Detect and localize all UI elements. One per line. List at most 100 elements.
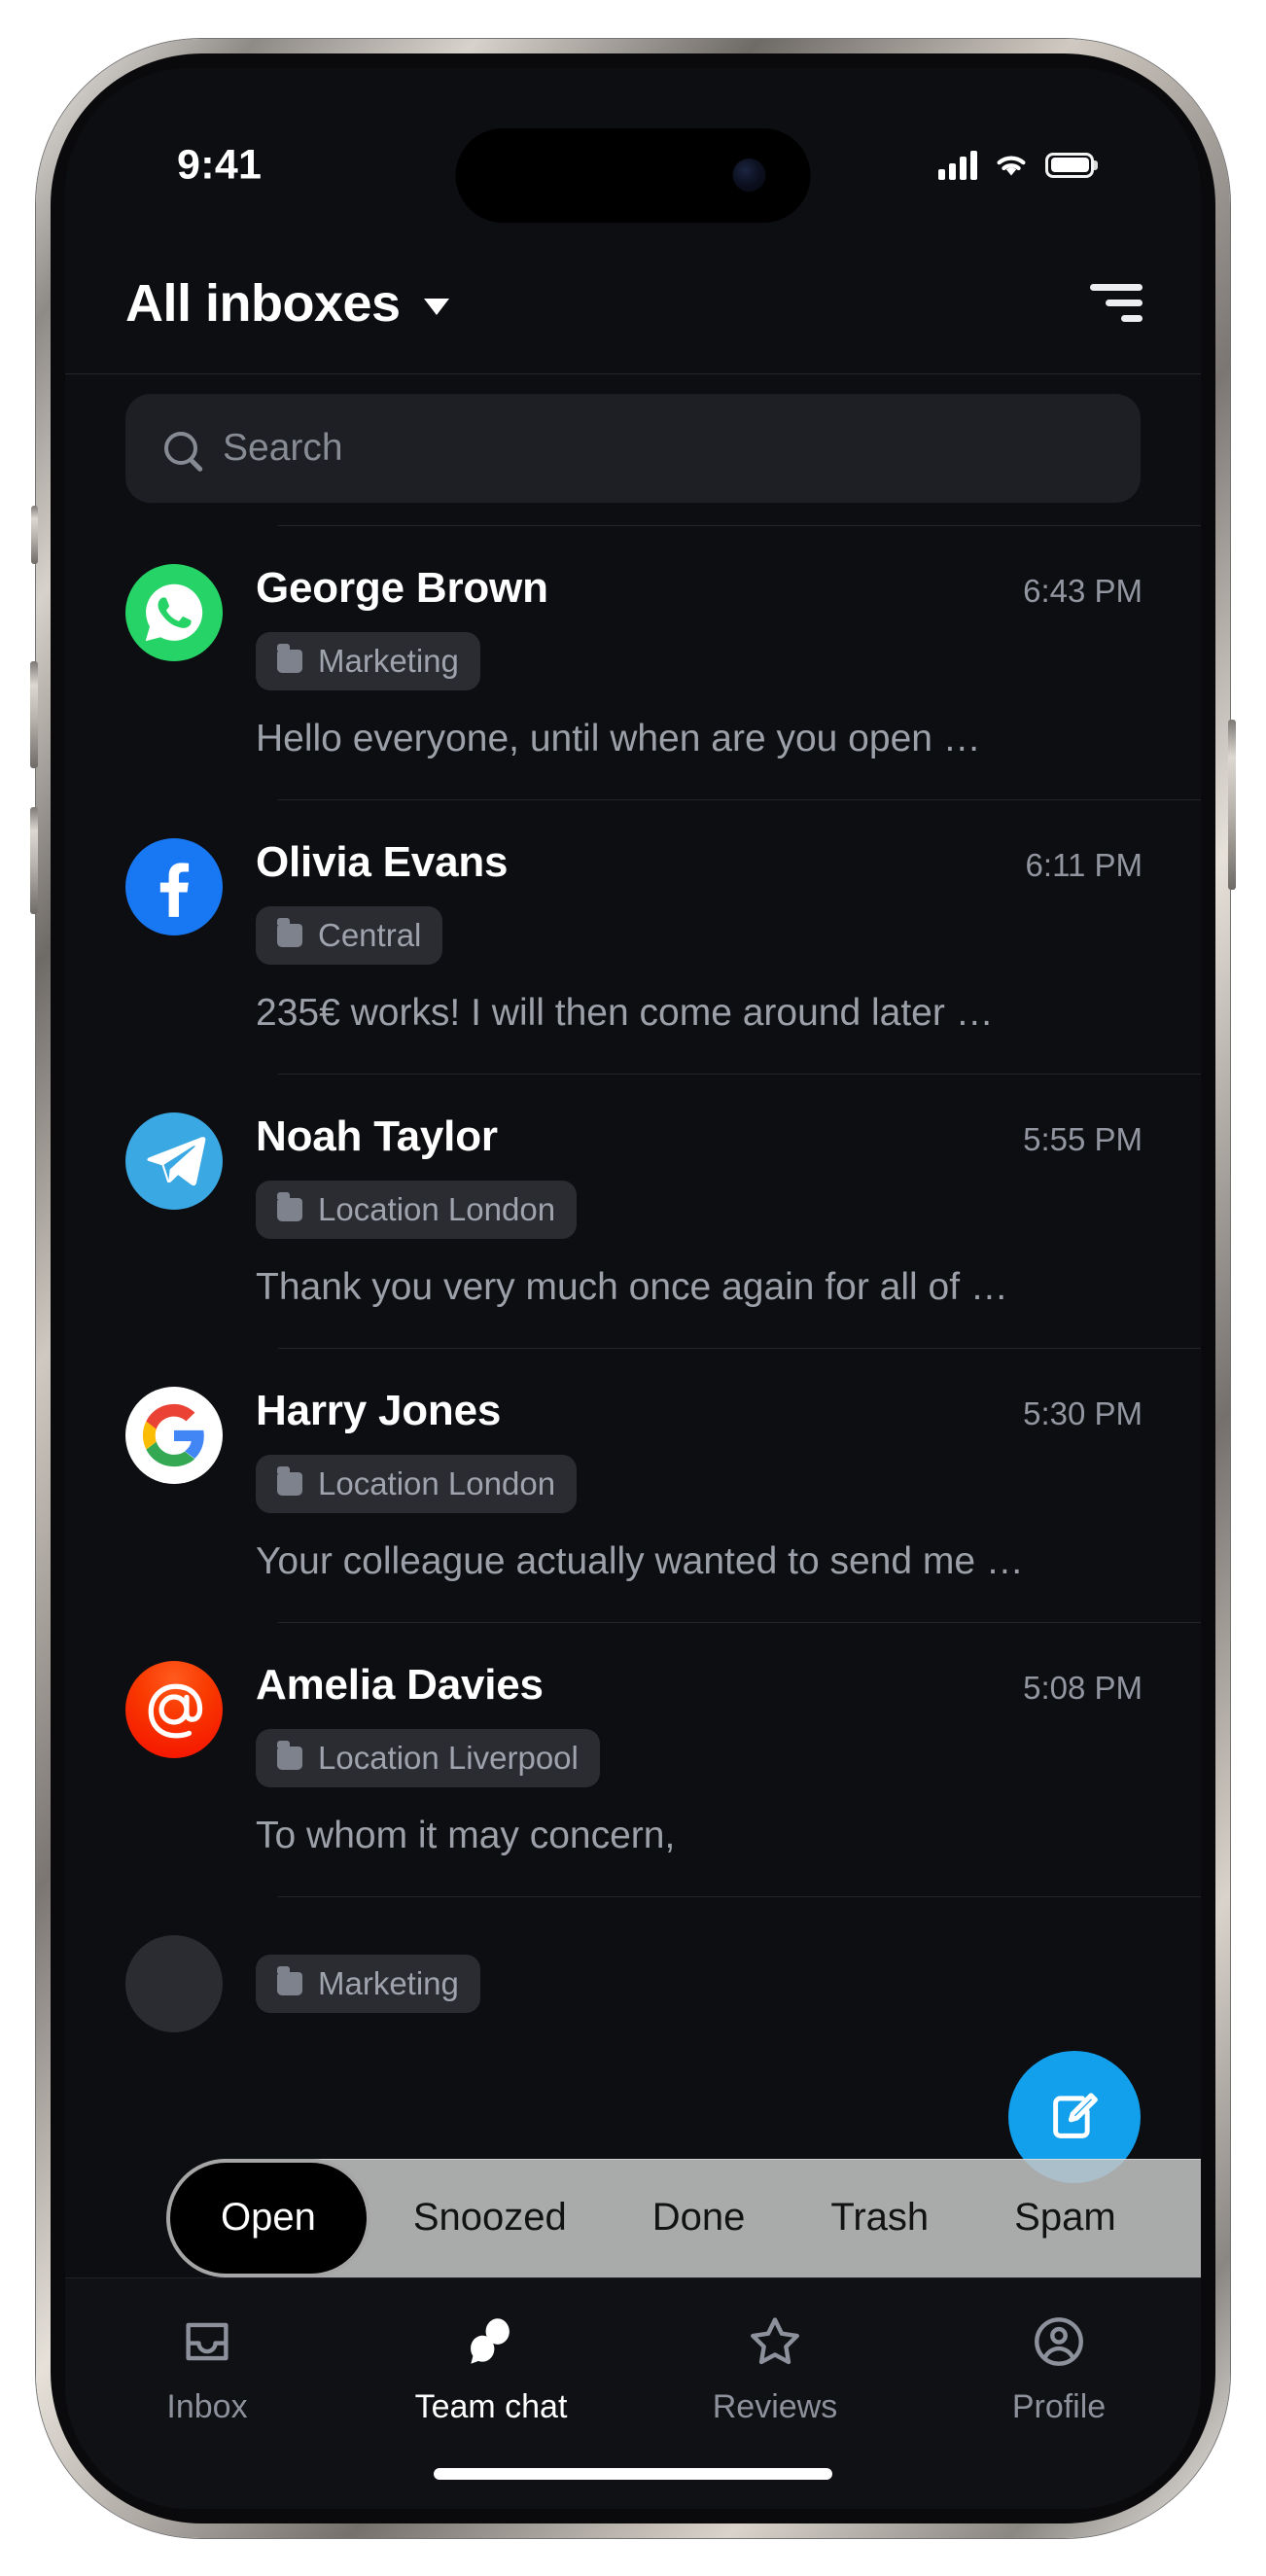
nav-label-inbox: Inbox <box>166 2387 248 2425</box>
person-circle-icon <box>1035 2316 1083 2366</box>
conversation-header: Harry Jones 5:30 PM <box>256 1387 1143 1435</box>
status-bar-icons <box>938 150 1094 180</box>
message-time: 5:55 PM <box>1023 1120 1143 1157</box>
status-bar-time: 9:41 <box>177 141 263 188</box>
message-preview: 235€ works! I will then come around late… <box>256 991 994 1034</box>
conversation-row[interactable]: Olivia Evans 6:11 PM Central 235€ works!… <box>125 798 1201 1074</box>
power-button[interactable] <box>1228 719 1236 890</box>
chevron-down-icon <box>423 299 449 315</box>
page-title: All inboxes <box>125 273 401 333</box>
status-badge: Location Liverpool <box>256 1728 600 1787</box>
filter-tabs[interactable]: Open Snoozed Done Trash Spam <box>166 2158 1201 2277</box>
tag-label: Location London <box>318 1190 556 1227</box>
nav-item-profile[interactable]: Profile <box>952 2311 1166 2426</box>
wifi-icon <box>994 152 1029 179</box>
tab-open[interactable]: Open <box>166 2158 370 2277</box>
tag-label: Marketing <box>318 1964 459 2001</box>
message-preview: To whom it may concern, <box>256 1814 676 1856</box>
folder-icon <box>277 1965 302 1995</box>
status-badge: Marketing <box>256 1954 480 2013</box>
conversation-content: Amelia Davies 5:08 PM Location Liverpool… <box>256 1661 1143 1857</box>
status-badge: Central <box>256 905 443 965</box>
conversation-content: Noah Taylor 5:55 PM Location London Than… <box>256 1112 1143 1309</box>
inbox-selector[interactable]: All inboxes <box>125 273 449 334</box>
cellular-signal-icon <box>938 150 977 180</box>
nav-label-team-chat: Team chat <box>414 2387 568 2425</box>
nav-label-profile: Profile <box>1011 2387 1107 2425</box>
message-preview: Thank you very much once again for all o… <box>256 1265 1008 1308</box>
compose-pencil-icon <box>1053 2092 1098 2138</box>
tab-trash[interactable]: Trash <box>788 2159 971 2277</box>
search-icon <box>164 431 197 465</box>
sender-name: Harry Jones <box>256 1386 502 1434</box>
volume-up-button[interactable] <box>30 660 38 768</box>
star-icon <box>751 2316 799 2364</box>
status-badge: Location London <box>256 1454 578 1513</box>
whatsapp-icon <box>125 563 223 661</box>
conversation-row[interactable]: Amelia Davies 5:08 PM Location Liverpool… <box>125 1621 1201 1896</box>
facebook-icon <box>125 837 223 935</box>
tag-label: Location Liverpool <box>318 1739 579 1776</box>
sender-name: Amelia Davies <box>256 1660 544 1709</box>
inbox-tray-icon <box>186 2322 229 2360</box>
tag-label: Marketing <box>318 642 459 679</box>
conversation-content: George Brown 6:43 PM Marketing Hello eve… <box>256 564 1143 760</box>
conversation-content: Olivia Evans 6:11 PM Central 235€ works!… <box>256 838 1143 1035</box>
folder-icon <box>277 1191 302 1221</box>
conversation-header: Amelia Davies 5:08 PM <box>256 1661 1143 1710</box>
battery-icon <box>1045 152 1094 178</box>
message-time: 5:30 PM <box>1023 1394 1143 1431</box>
tab-spam[interactable]: Spam <box>971 2159 1159 2277</box>
conversation-row[interactable]: Marketing <box>125 1895 1201 2071</box>
search-placeholder: Search <box>223 426 343 469</box>
dynamic-island <box>455 127 811 223</box>
nav-item-reviews[interactable]: Reviews <box>668 2311 882 2426</box>
message-preview: Your colleague actually wanted to send m… <box>256 1539 1024 1582</box>
google-icon <box>125 1386 223 1484</box>
silent-switch[interactable] <box>31 505 38 564</box>
home-indicator[interactable] <box>434 2467 832 2480</box>
message-preview: Hello everyone, until when are you open … <box>256 717 981 759</box>
front-camera <box>732 159 766 192</box>
folder-icon <box>277 1740 302 1770</box>
conversation-row[interactable]: Harry Jones 5:30 PM Location London Your… <box>125 1347 1201 1622</box>
tab-done[interactable]: Done <box>610 2159 789 2277</box>
tag-label: Central <box>318 916 422 953</box>
folder-icon <box>277 1465 302 1496</box>
chat-bubbles-icon <box>471 2317 510 2364</box>
conversation-row[interactable]: Noah Taylor 5:55 PM Location London Than… <box>125 1073 1201 1348</box>
search-input[interactable]: Search <box>125 393 1141 503</box>
filter-icon[interactable] <box>1090 284 1143 322</box>
message-time: 5:08 PM <box>1023 1669 1143 1706</box>
tab-snoozed[interactable]: Snoozed <box>370 2159 610 2277</box>
conversation-header: Noah Taylor 5:55 PM <box>256 1112 1143 1161</box>
nav-item-team-chat[interactable]: Team chat <box>384 2311 598 2426</box>
message-time: 6:43 PM <box>1023 572 1143 609</box>
at-sign-icon <box>125 1660 223 1758</box>
conversation-row[interactable]: George Brown 6:43 PM Marketing Hello eve… <box>125 524 1201 799</box>
app-header: All inboxes <box>65 233 1201 374</box>
conversation-header: George Brown 6:43 PM <box>256 564 1143 613</box>
telegram-icon <box>125 1112 223 1210</box>
folder-icon <box>277 917 302 947</box>
conversation-content: Marketing <box>256 1935 1143 2032</box>
status-badge: Marketing <box>256 631 480 690</box>
conversation-header: Olivia Evans 6:11 PM <box>256 838 1143 887</box>
phone-frame: 9:41 All inboxes Search George Brown 6:4… <box>30 38 1236 2538</box>
search-section: Search <box>65 393 1201 503</box>
conversation-content: Harry Jones 5:30 PM Location London Your… <box>256 1387 1143 1583</box>
tag-label: Location London <box>318 1464 556 1501</box>
sender-name: Olivia Evans <box>256 837 509 886</box>
sender-name: George Brown <box>256 563 548 612</box>
status-bar: 9:41 <box>65 68 1201 233</box>
phone-screen: 9:41 All inboxes Search George Brown 6:4… <box>65 67 1201 2509</box>
nav-item-inbox[interactable]: Inbox <box>100 2311 314 2426</box>
avatar <box>125 1934 223 2032</box>
phone-mockup: 9:41 All inboxes Search George Brown 6:4… <box>0 0 1266 2576</box>
nav-label-reviews: Reviews <box>712 2387 838 2425</box>
volume-down-button[interactable] <box>30 806 38 914</box>
message-time: 6:11 PM <box>1025 846 1143 883</box>
status-badge: Location London <box>256 1180 578 1239</box>
folder-icon <box>277 643 302 673</box>
sender-name: Noah Taylor <box>256 1112 498 1160</box>
